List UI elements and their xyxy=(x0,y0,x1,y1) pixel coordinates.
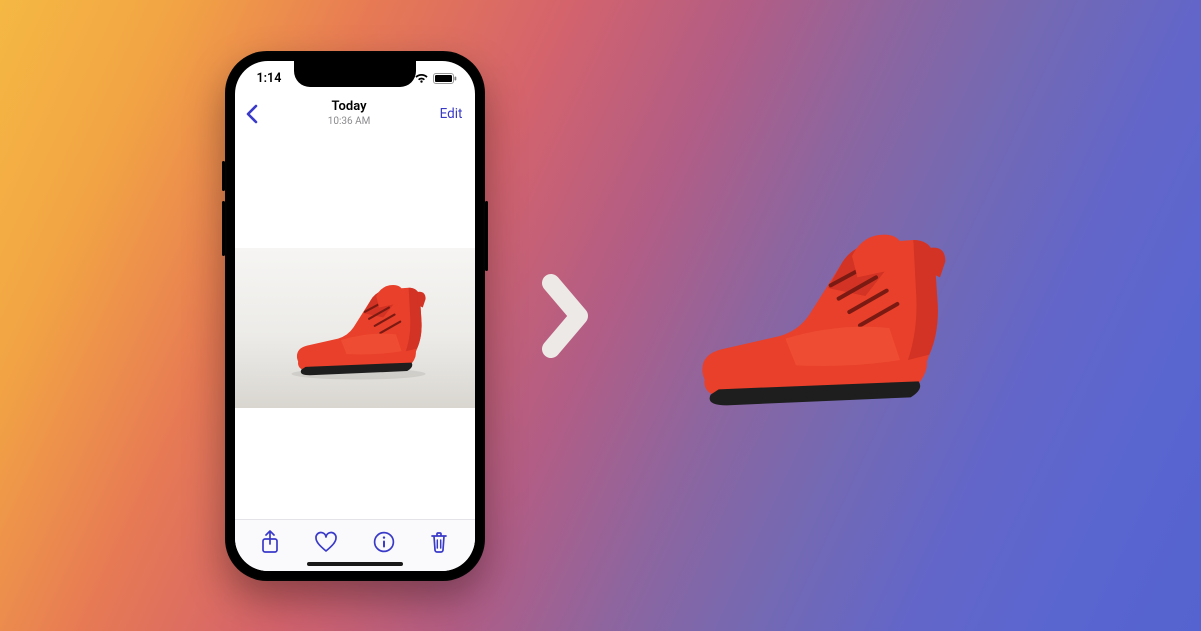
sneaker-cutout xyxy=(652,201,972,431)
back-button[interactable] xyxy=(245,104,259,124)
battery-icon xyxy=(433,73,457,84)
heart-icon xyxy=(314,531,338,553)
nav-title-block: Today 10:36 AM xyxy=(328,100,371,127)
info-icon xyxy=(373,531,395,553)
iphone-frame: 1:14 xyxy=(225,51,485,581)
photos-navbar: Today 10:36 AM Edit xyxy=(235,97,475,137)
sneaker-image xyxy=(270,268,440,388)
photo-viewport[interactable] xyxy=(235,137,475,519)
photo-with-background xyxy=(235,248,475,408)
result-panel xyxy=(647,201,977,431)
wifi-icon xyxy=(414,73,429,84)
edit-button[interactable]: Edit xyxy=(440,106,463,122)
info-button[interactable] xyxy=(373,531,395,553)
home-indicator[interactable] xyxy=(307,562,403,566)
nav-title: Today xyxy=(328,100,371,115)
favorite-button[interactable] xyxy=(314,531,338,553)
trash-icon xyxy=(429,530,449,554)
chevron-right-icon xyxy=(541,273,591,359)
share-icon xyxy=(260,530,280,554)
iphone-screen: 1:14 xyxy=(235,61,475,571)
status-time: 1:14 xyxy=(257,71,282,86)
nav-subtitle: 10:36 AM xyxy=(328,116,371,128)
chevron-left-icon xyxy=(245,104,259,124)
delete-button[interactable] xyxy=(429,530,449,554)
transform-arrow xyxy=(531,273,601,359)
share-button[interactable] xyxy=(260,530,280,554)
notch xyxy=(294,61,416,87)
comparison-stage: 1:14 xyxy=(225,51,977,581)
